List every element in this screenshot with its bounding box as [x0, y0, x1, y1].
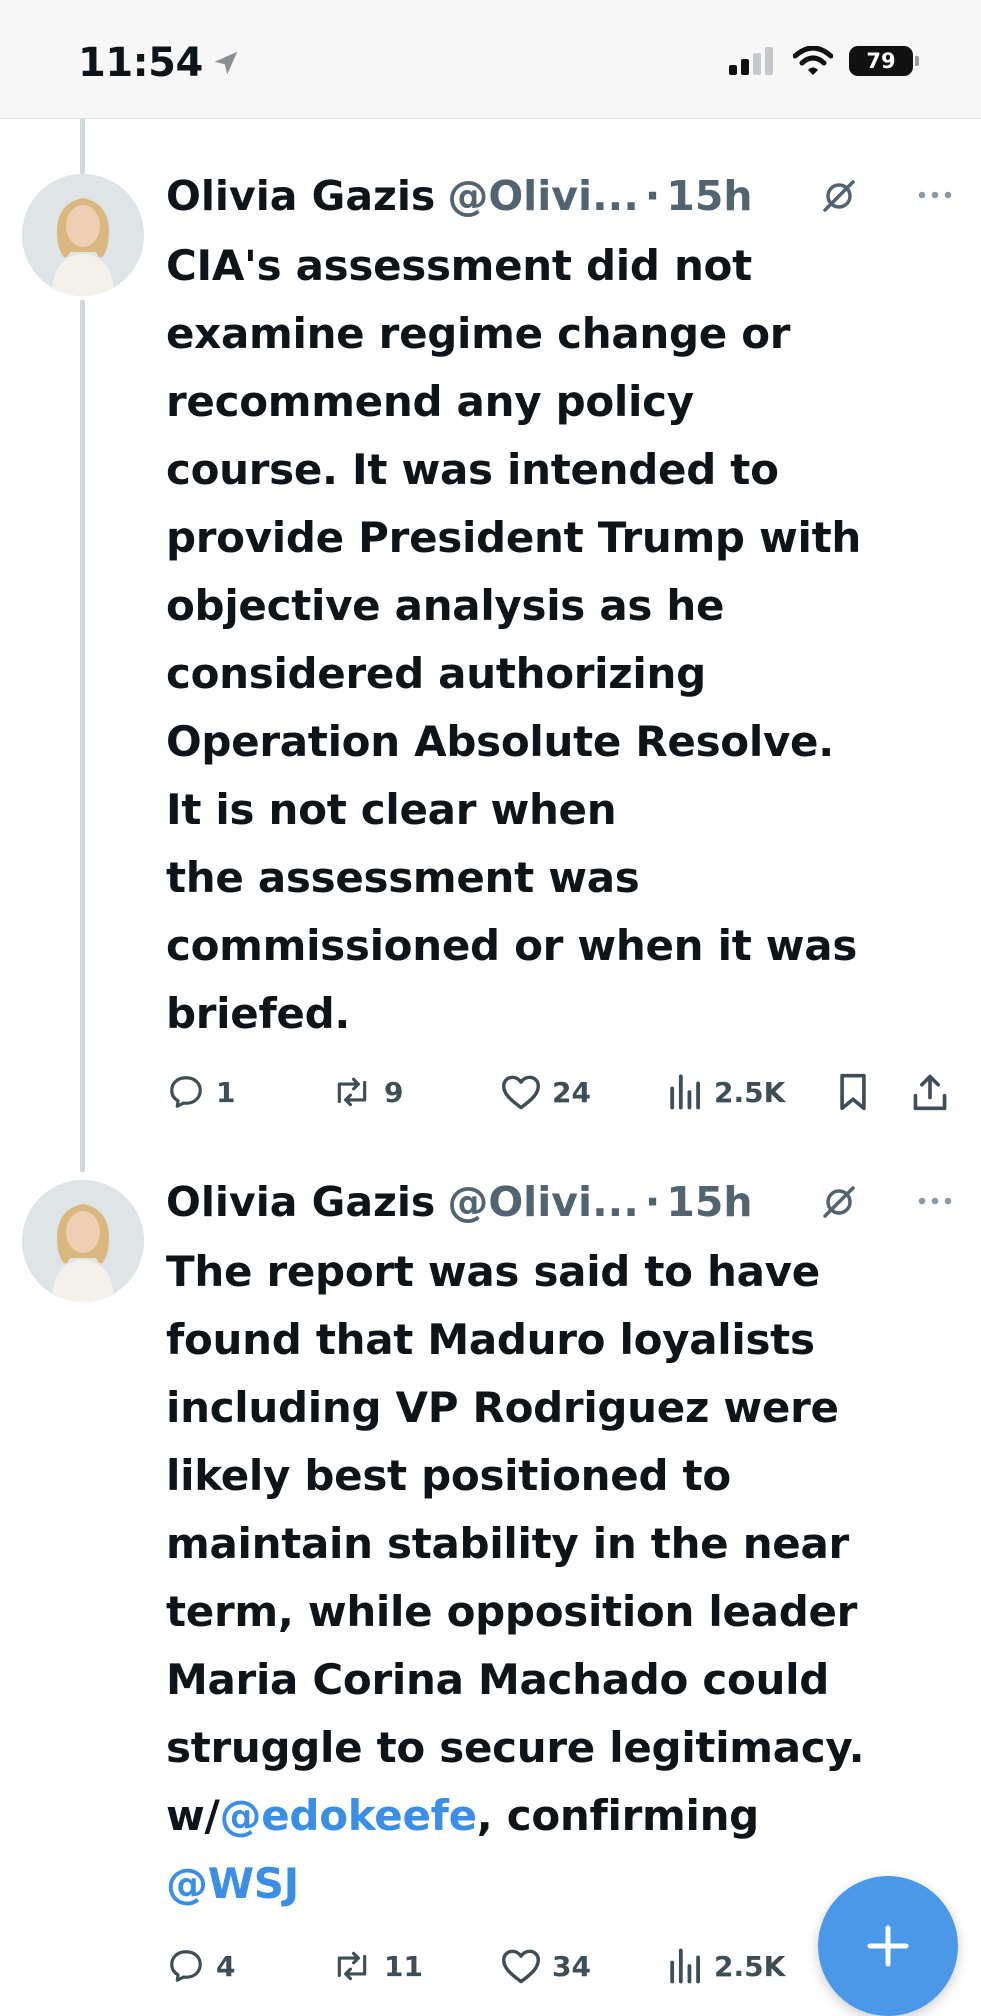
- location-arrow-icon: [214, 51, 238, 75]
- repost-button[interactable]: 11: [330, 1947, 423, 1985]
- status-time: 11:54: [78, 40, 241, 86]
- tweet-text: The report was said to have found that M…: [166, 1238, 946, 1918]
- tweet-time[interactable]: 15h: [666, 172, 752, 220]
- author-name[interactable]: Olivia Gazis: [166, 1178, 435, 1226]
- tweet-header: Olivia Gazis @Olivi... · 15h: [166, 166, 953, 226]
- tweet-text: CIA's assessment did not examine regime …: [166, 241, 861, 1038]
- like-button[interactable]: 34: [500, 1947, 591, 1985]
- avatar[interactable]: [22, 1180, 144, 1302]
- more-dots-icon[interactable]: [917, 1186, 953, 1216]
- grok-icon[interactable]: [821, 178, 857, 214]
- views-count: 2.5K: [714, 1075, 786, 1109]
- wifi-icon: [793, 46, 833, 75]
- repost-icon: [337, 1951, 367, 1981]
- mention-link[interactable]: @WSJ: [166, 1859, 299, 1908]
- repost-icon: [337, 1077, 367, 1107]
- battery-indicator: 79: [849, 46, 919, 76]
- reply-button[interactable]: 1: [166, 1073, 235, 1111]
- heart-icon: [501, 1949, 540, 1984]
- status-bar: 11:54 79: [0, 0, 981, 119]
- tweet-time[interactable]: 15h: [666, 1178, 752, 1226]
- thread-line-top: [80, 118, 85, 174]
- like-button[interactable]: 24: [500, 1073, 591, 1111]
- tweet-text-part: The report was said to have found that M…: [166, 1247, 865, 1840]
- repost-count: 11: [384, 1949, 423, 1983]
- tweet-header: Olivia Gazis @Olivi... · 15h: [166, 1172, 953, 1232]
- reply-icon: [170, 1950, 202, 1982]
- separator-dot: ·: [644, 1178, 661, 1226]
- thread-line-middle: [80, 300, 85, 1172]
- views-icon: [670, 1074, 700, 1110]
- views-count: 2.5K: [714, 1949, 786, 1983]
- tweet-actions: 1 9 24 2.5K: [166, 1068, 956, 1116]
- views-icon: [670, 1948, 700, 1984]
- compose-button[interactable]: [818, 1876, 958, 2016]
- views-button[interactable]: 2.5K: [668, 1073, 785, 1111]
- avatar[interactable]: [22, 174, 144, 296]
- views-button[interactable]: 2.5K: [668, 1947, 785, 1985]
- author-name[interactable]: Olivia Gazis: [166, 172, 435, 220]
- like-count: 24: [552, 1075, 591, 1109]
- author-handle[interactable]: @Olivi...: [447, 172, 638, 220]
- repost-count: 9: [384, 1075, 404, 1109]
- reply-count: 4: [216, 1949, 236, 1983]
- bookmark-button[interactable]: [836, 1072, 870, 1112]
- like-count: 34: [552, 1949, 591, 1983]
- author-handle[interactable]: @Olivi...: [447, 1178, 638, 1226]
- reply-button[interactable]: 4: [166, 1947, 235, 1985]
- reply-icon: [170, 1076, 202, 1108]
- reply-count: 1: [216, 1075, 236, 1109]
- avatar-image: [22, 1180, 144, 1302]
- avatar-image: [22, 174, 144, 296]
- share-icon: [913, 1074, 947, 1111]
- cellular-signal-icon: [729, 47, 773, 75]
- more-dots-icon[interactable]: [917, 180, 953, 210]
- heart-icon: [501, 1075, 540, 1110]
- status-right: 79: [729, 46, 919, 76]
- plus-icon: [867, 1925, 909, 1967]
- bookmark-icon: [840, 1073, 866, 1111]
- share-button[interactable]: [910, 1072, 950, 1112]
- tweet-text-part: , confirming: [476, 1791, 759, 1840]
- grok-icon[interactable]: [821, 1184, 857, 1220]
- mention-link[interactable]: @edokeefe: [220, 1791, 478, 1840]
- separator-dot: ·: [644, 172, 661, 220]
- repost-button[interactable]: 9: [330, 1073, 403, 1111]
